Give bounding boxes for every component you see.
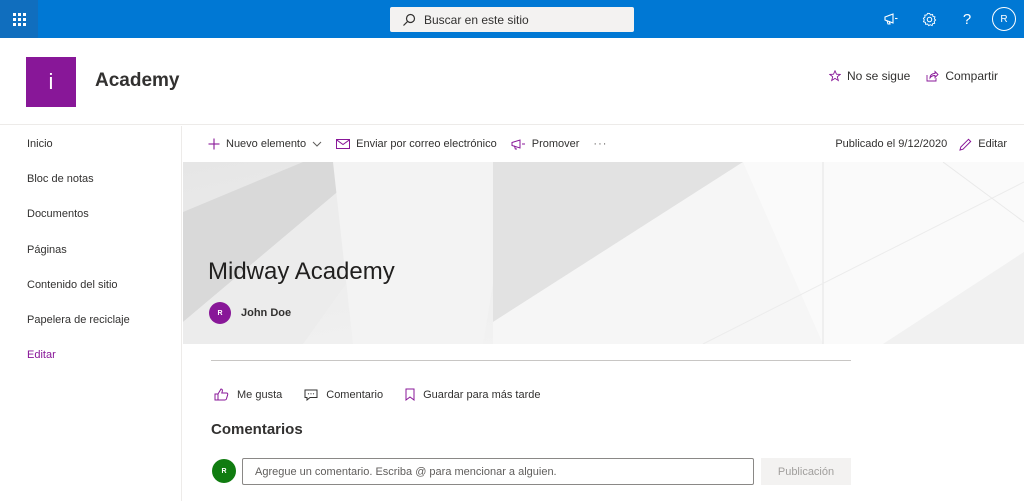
nav-item-paginas[interactable]: Páginas (0, 233, 181, 268)
pencil-icon (959, 138, 972, 151)
thumbs-up-icon (214, 388, 229, 401)
help-button[interactable]: ? (948, 0, 986, 38)
app-launcher-button[interactable] (0, 0, 38, 38)
left-navigation: Inicio Bloc de notas Documentos Páginas … (0, 126, 182, 501)
promote-label: Promover (531, 138, 580, 150)
nav-item-documentos[interactable]: Documentos (0, 197, 181, 232)
user-initial: R (1000, 13, 1008, 25)
search-icon (403, 13, 416, 26)
nav-item-papelera-de-reciclaje[interactable]: Papelera de reciclaje (0, 303, 181, 338)
like-label: Me gusta (237, 388, 283, 401)
waffle-icon (12, 12, 26, 26)
search-box[interactable]: Buscar en este sitio (390, 7, 634, 32)
site-logo[interactable]: i (26, 57, 76, 107)
edit-page-button[interactable]: Editar (959, 138, 1007, 151)
hero-background-image (183, 162, 1024, 344)
new-item-label: Nuevo elemento (226, 138, 307, 150)
commenter-avatar: R (212, 459, 236, 483)
nav-item-contenido-del-sitio[interactable]: Contenido del sitio (0, 268, 181, 303)
like-button[interactable]: Me gusta (214, 388, 282, 401)
author-avatar: R (209, 302, 231, 324)
save-for-later-label: Guardar para más tarde (423, 388, 541, 401)
save-for-later-button[interactable]: Guardar para más tarde (405, 388, 541, 401)
comment-input[interactable] (242, 458, 754, 485)
suite-bar: Buscar en este sitio ? R (0, 0, 1024, 38)
comment-button[interactable]: Comentario (304, 388, 383, 401)
content-divider (211, 360, 851, 361)
comment-icon (304, 389, 318, 401)
more-options-button[interactable]: ··· (593, 138, 607, 150)
share-label: Compartir (945, 69, 998, 83)
announcement-button[interactable] (872, 0, 910, 38)
mail-icon (336, 139, 351, 149)
hero-banner: Midway Academy R John Doe (183, 162, 1024, 344)
post-comment-button[interactable]: Publicación (761, 458, 851, 485)
follow-label: No se sigue (846, 69, 911, 83)
author-name: John Doe (241, 307, 292, 319)
share-icon (926, 70, 939, 82)
plus-icon (208, 138, 220, 150)
published-date: Publicado el 9/12/2020 (835, 138, 948, 150)
site-title[interactable]: Academy (95, 70, 180, 92)
chevron-down-icon (312, 141, 322, 147)
follow-button[interactable]: No se sigue (828, 69, 911, 83)
comments-heading: Comentarios (211, 421, 303, 438)
user-avatar-button[interactable]: R (992, 7, 1016, 31)
author-byline[interactable]: R John Doe (209, 302, 291, 324)
settings-button[interactable] (910, 0, 948, 38)
site-logo-letter: i (48, 69, 54, 94)
share-button[interactable]: Compartir (926, 69, 998, 83)
page-title: Midway Academy (208, 258, 395, 285)
site-header: i Academy No se sigue Compartir (0, 38, 1024, 125)
megaphone-icon (511, 138, 525, 149)
social-bar: Me gusta Comentario Guardar para más tar… (214, 388, 541, 401)
new-item-button[interactable]: Nuevo elemento (208, 138, 322, 150)
command-bar: Nuevo elemento Enviar por correo electró… (183, 126, 1024, 162)
gear-icon (922, 12, 936, 26)
more-icon: ··· (593, 138, 608, 150)
nav-edit-link[interactable]: Editar (0, 338, 181, 373)
megaphone-icon (884, 13, 898, 25)
star-icon (828, 70, 841, 82)
send-email-button[interactable]: Enviar por correo electrónico (336, 138, 497, 150)
comment-label: Comentario (326, 388, 384, 401)
edit-page-label: Editar (978, 138, 1007, 150)
commenter-initial: R (221, 467, 227, 475)
nav-item-bloc-de-notas[interactable]: Bloc de notas (0, 162, 181, 197)
author-initial: R (217, 309, 223, 317)
send-email-label: Enviar por correo electrónico (356, 138, 497, 150)
comment-composer: R Publicación (211, 458, 851, 485)
promote-button[interactable]: Promover (511, 138, 580, 150)
search-placeholder: Buscar en este sitio (424, 12, 529, 27)
nav-item-inicio[interactable]: Inicio (0, 127, 181, 162)
bookmark-icon (405, 388, 415, 401)
help-icon: ? (962, 10, 972, 28)
